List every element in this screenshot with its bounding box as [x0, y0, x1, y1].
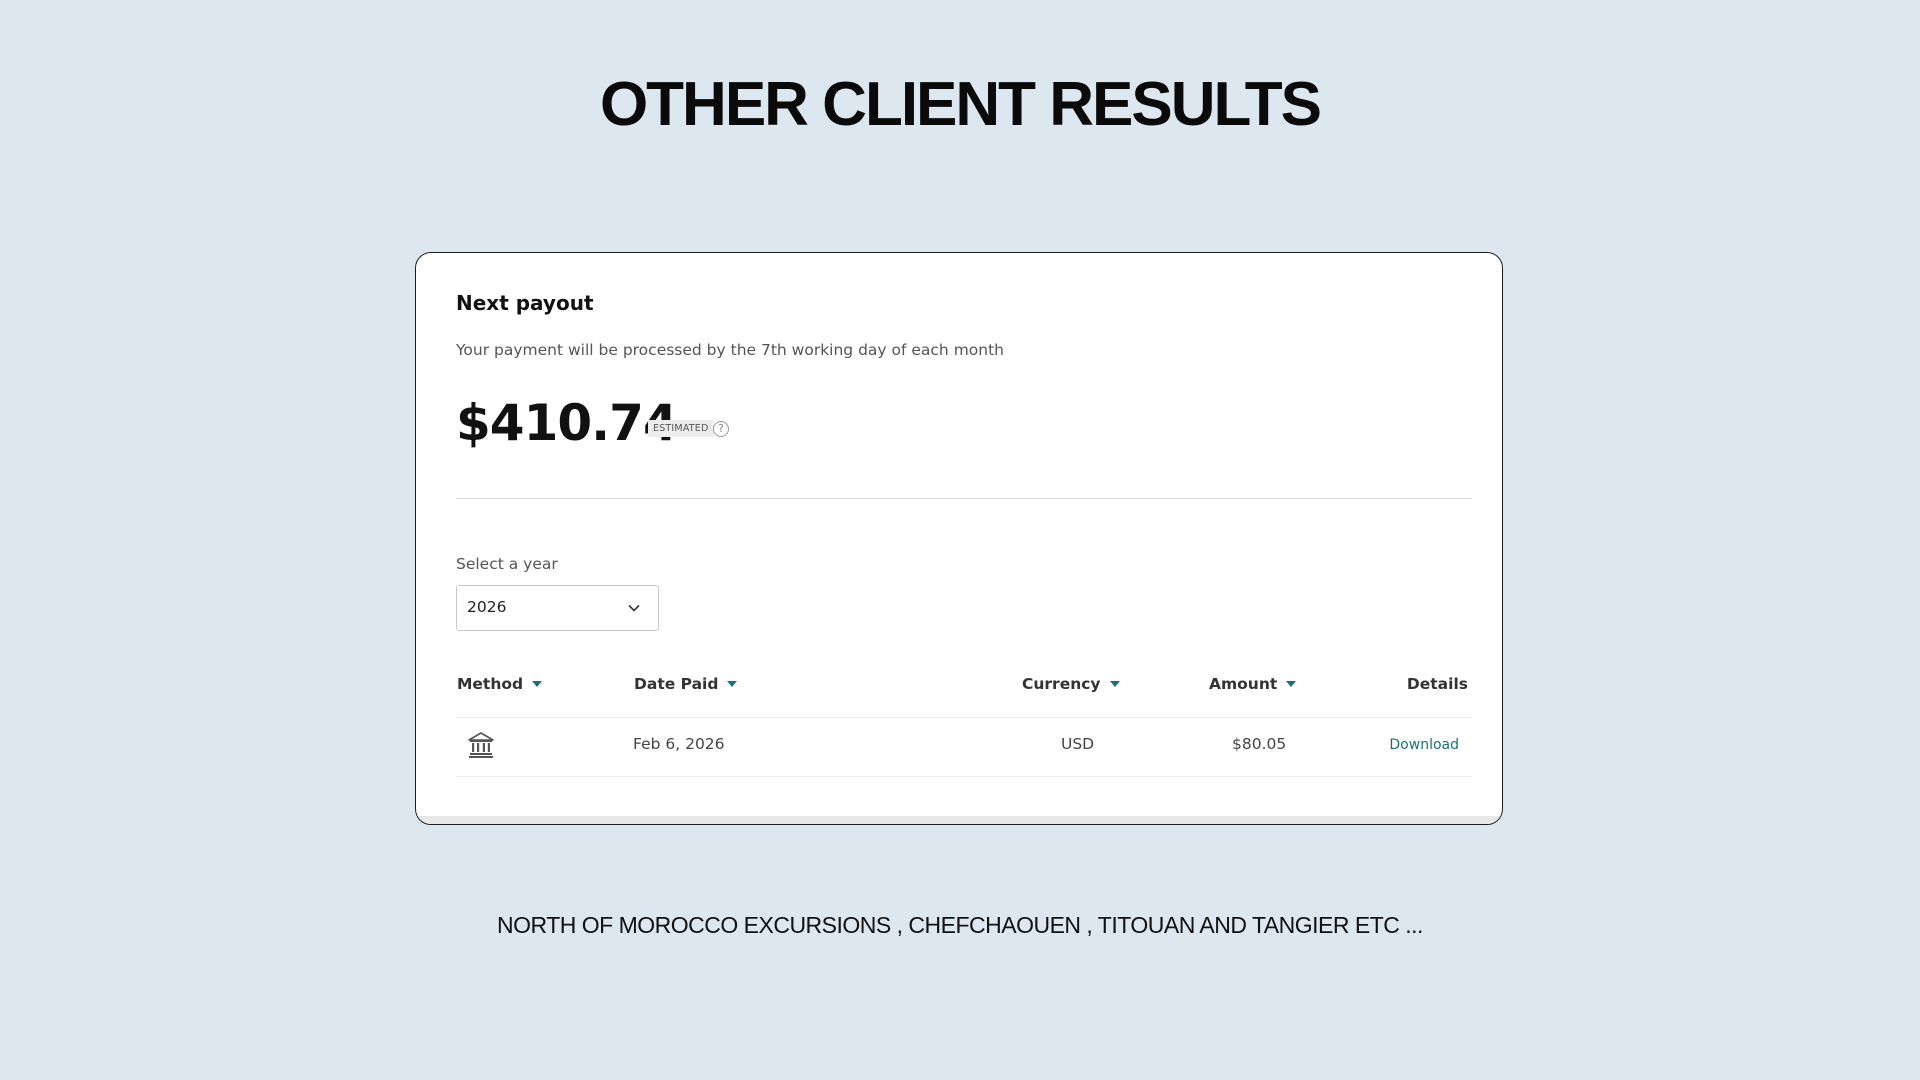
- chevron-down-icon: [628, 604, 640, 612]
- column-header-method-label: Method: [457, 675, 524, 693]
- table-divider: [456, 717, 1472, 718]
- column-header-amount[interactable]: Amount: [1209, 675, 1297, 693]
- year-select-value: 2026: [467, 598, 507, 616]
- page-headline: OTHER CLIENT RESULTS: [599, 70, 1322, 139]
- currency-cell: USD: [1061, 735, 1095, 753]
- card-scrollbar-track: [416, 816, 1502, 824]
- column-header-date-paid-label: Date Paid: [634, 675, 719, 693]
- payout-amount: $410.74: [456, 394, 678, 452]
- payout-subtitle: Your payment will be processed by the 7t…: [456, 341, 1004, 359]
- column-header-date-paid[interactable]: Date Paid: [634, 675, 738, 693]
- question-circle-icon[interactable]: ?: [713, 421, 729, 437]
- sort-caret-icon: [1109, 680, 1120, 687]
- column-header-method[interactable]: Method: [457, 675, 543, 693]
- bank-icon: [468, 732, 494, 758]
- sort-caret-icon: [727, 680, 738, 687]
- download-link[interactable]: Download: [1389, 737, 1459, 753]
- column-header-details: Details: [1406, 675, 1468, 693]
- estimated-badge: ESTIMATED: [648, 420, 714, 437]
- select-year-label: Select a year: [456, 555, 558, 573]
- date-paid-cell: Feb 6, 2026: [633, 735, 725, 753]
- amount-cell: $80.05: [1232, 735, 1287, 753]
- year-select[interactable]: 2026: [456, 585, 659, 631]
- payout-card: Next payout Your payment will be process…: [415, 252, 1503, 825]
- sort-caret-icon: [532, 680, 543, 687]
- column-header-currency-label: Currency: [1022, 675, 1101, 693]
- sort-caret-icon: [1286, 680, 1297, 687]
- table-divider: [456, 776, 1472, 777]
- next-payout-title: Next payout: [456, 291, 594, 315]
- footer-caption: NORTH OF MOROCCO EXCURSIONS , CHEFCHAOUE…: [497, 912, 1423, 938]
- column-header-currency[interactable]: Currency: [1022, 675, 1120, 693]
- column-header-amount-label: Amount: [1209, 675, 1278, 693]
- divider: [456, 498, 1472, 499]
